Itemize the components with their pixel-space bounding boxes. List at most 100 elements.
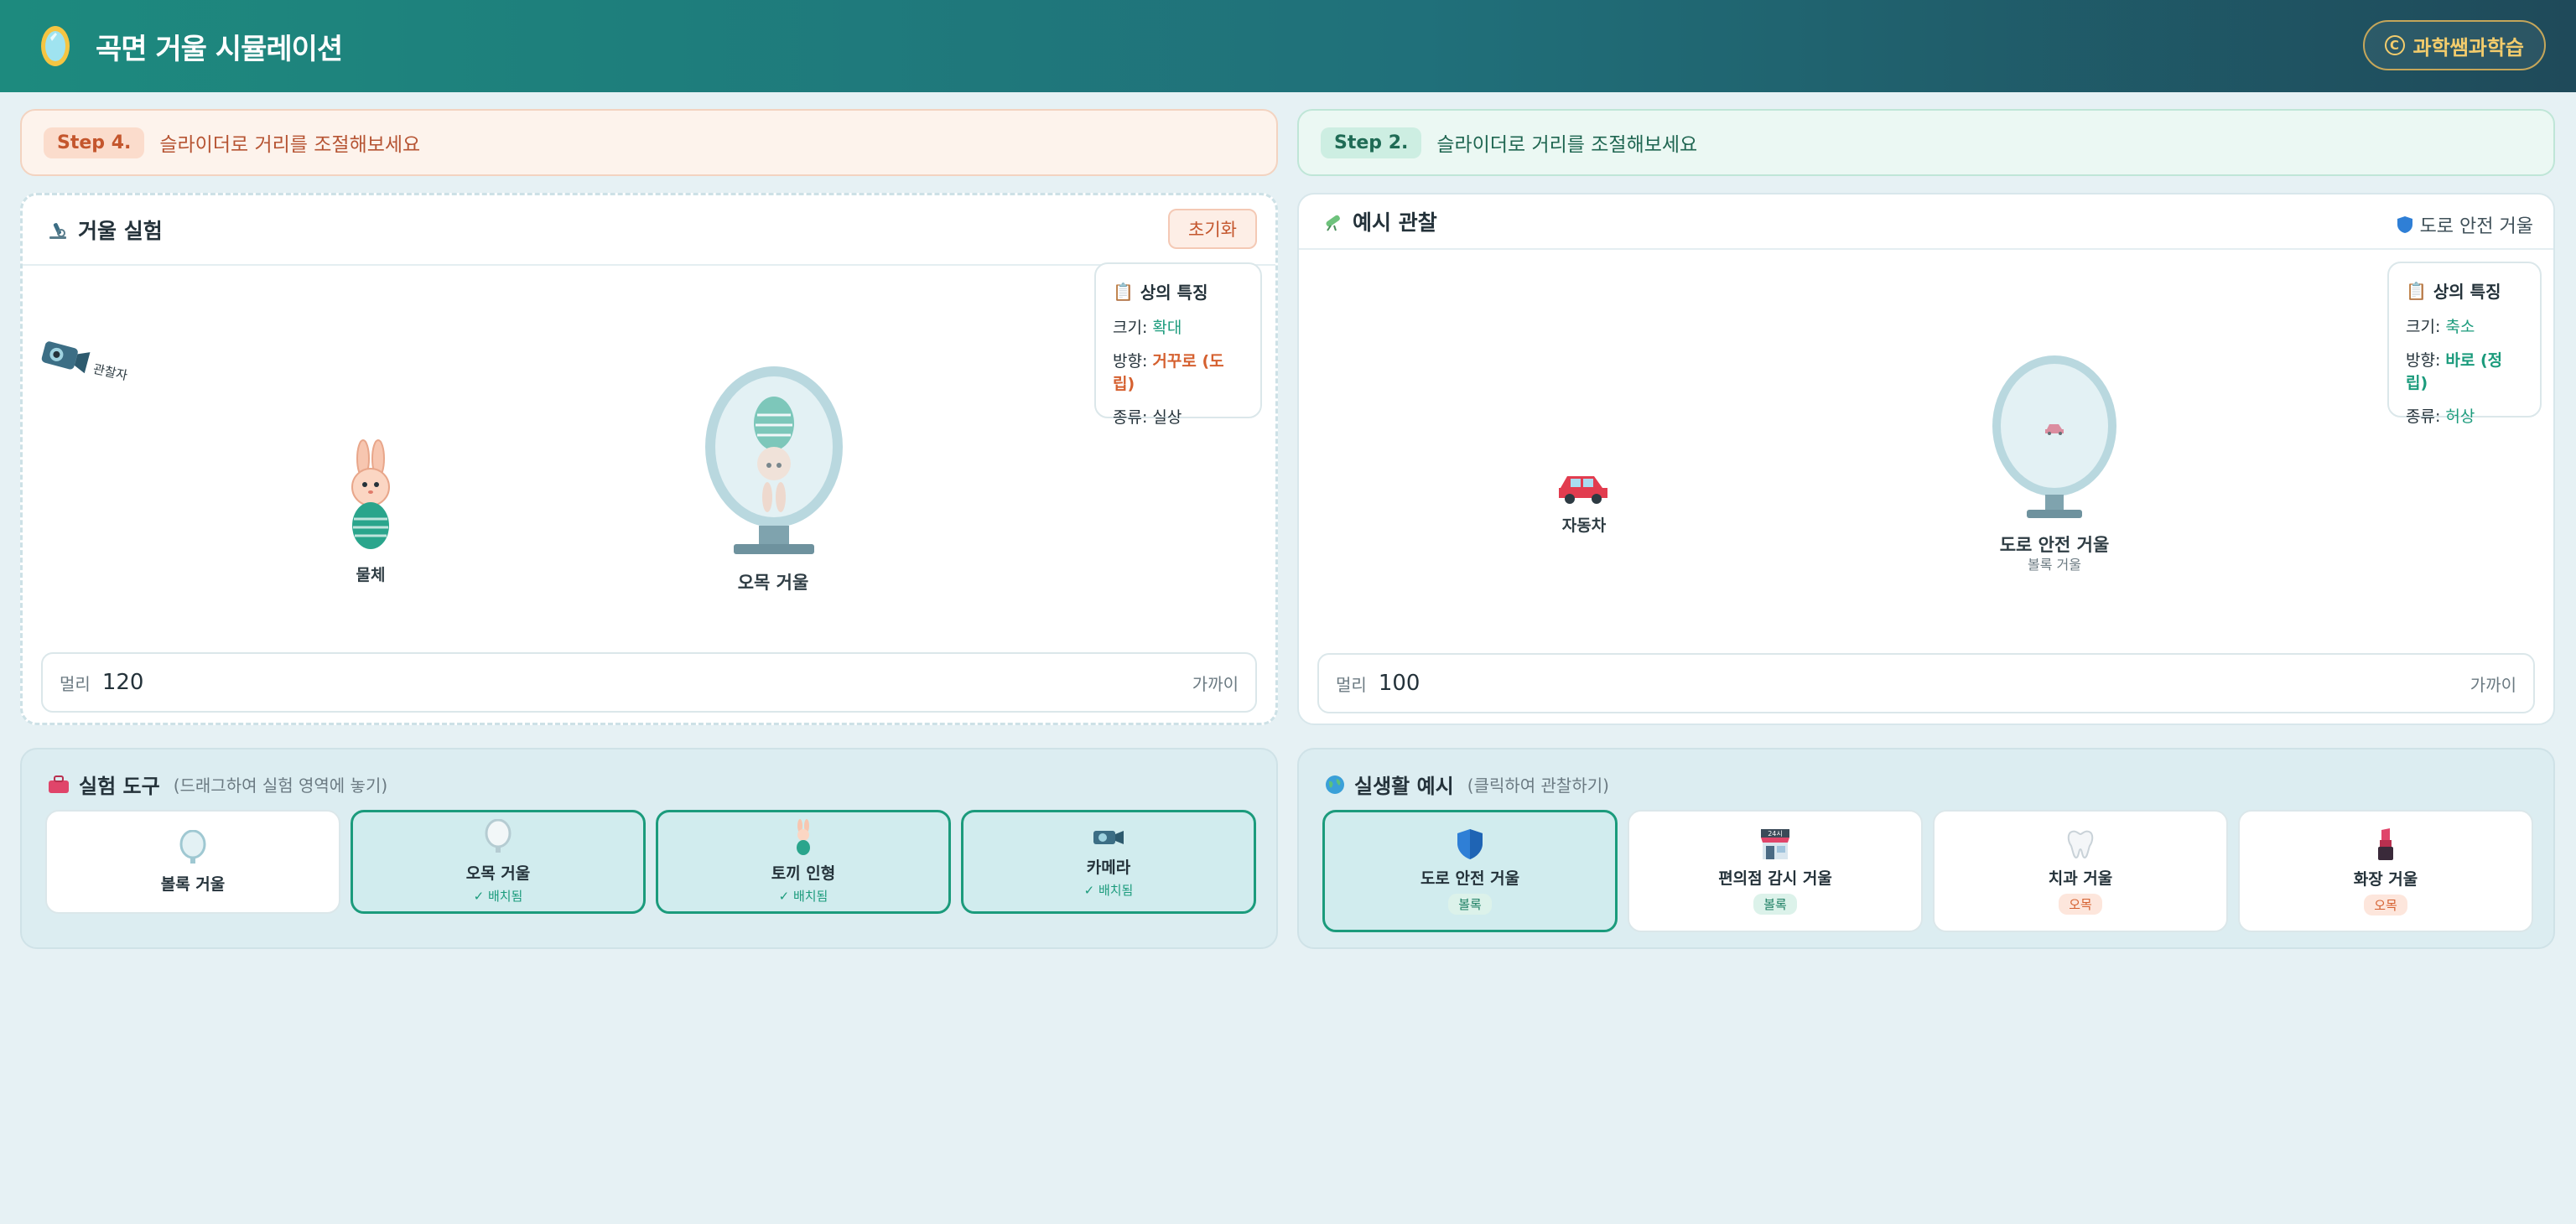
info-title: 상의 특징 xyxy=(1140,283,1208,303)
info-size: 크기: 축소 xyxy=(2406,318,2475,336)
rabbit-doll-icon xyxy=(797,819,810,855)
distance-far-label: 멀리 xyxy=(1336,674,1367,695)
observer-label: 관찰자 xyxy=(91,360,129,384)
rabbit-object-icon[interactable] xyxy=(341,438,400,556)
example-panel: 예시 관찰 도로 안전 거울 자동차 도로 안전 거울 볼록 거울 📋 상의 특… xyxy=(1297,193,2555,725)
telescope-icon xyxy=(1326,215,1340,231)
examples-hint: (클릭하여 관찰하기) xyxy=(1467,775,1609,796)
distance-far-label: 멀리 xyxy=(60,673,91,694)
mirror-type-badge: 오목 xyxy=(2364,895,2407,915)
image-info-box: 📋 상의 특징 크기: 확대 방향: 거꾸로 (도립) 종류: 실상 xyxy=(1094,262,1262,427)
example-label: 화장 거울 xyxy=(2353,870,2418,889)
info-size: 크기: 확대 xyxy=(1113,319,1182,337)
shield-icon xyxy=(1457,829,1483,859)
distance-near-label: 가까이 xyxy=(1192,673,1239,694)
info-type-value: 실상 xyxy=(1152,408,1182,427)
microscope-icon xyxy=(49,223,66,239)
info-type: 종류: 허상 xyxy=(2406,407,2475,426)
example-store-mirror[interactable]: 24시 편의점 감시 거울 볼록 xyxy=(1628,810,1923,932)
experiment-panel-header: 거울 실험 초기화 xyxy=(23,195,1275,266)
mirror-label: 오목 거울 xyxy=(737,573,809,593)
brand-button[interactable]: C 과학쌤과학습 xyxy=(2362,20,2546,70)
step-banner-example: Step 2. 슬라이더로 거리를 조절해보세요 xyxy=(1297,109,2555,176)
tools-hint: (드래그하여 실험 영역에 놓기) xyxy=(173,775,388,796)
info-type: 종류: 실상 xyxy=(1113,408,1182,427)
camera-icon xyxy=(1093,831,1124,844)
example-dental-mirror[interactable]: 치과 거울 오목 xyxy=(1933,810,2228,932)
info-direction: 방향: 거꾸로 (도립) xyxy=(1113,352,1224,393)
step-banner-experiment: Step 4. 슬라이더로 거리를 조절해보세요 xyxy=(20,109,1278,176)
reset-button[interactable]: 초기화 xyxy=(1168,209,1257,249)
experiment-panel: 거울 실험 초기화 관찰자 물체 오목 거울 📋 상의 특징 크기: 확대 방향… xyxy=(20,193,1278,725)
example-makeup-mirror[interactable]: 화장 거울 오목 xyxy=(2238,810,2533,932)
lipstick-icon xyxy=(2378,828,2393,860)
clipboard-icon: 📋 xyxy=(1113,281,1134,302)
example-panel-header: 예시 관찰 도로 안전 거울 xyxy=(1299,194,2553,250)
object-label: 물체 xyxy=(356,566,386,584)
tool-placed-status: ✓ 배치됨 xyxy=(1083,883,1134,898)
info-size-value: 축소 xyxy=(2445,318,2475,336)
image-info-box: 📋 상의 특징 크기: 축소 방향: 바로 (정립) 종류: 허상 xyxy=(2387,262,2542,426)
step-text: 슬라이더로 거리를 조절해보세요 xyxy=(159,134,421,156)
car-icon[interactable] xyxy=(1555,468,1611,505)
info-title: 상의 특징 xyxy=(2433,282,2501,302)
distance-value: 120 xyxy=(101,670,144,695)
road-mirror-sublabel: 볼록 거울 xyxy=(2028,557,2081,573)
tool-placed-status: ✓ 배치됨 xyxy=(473,889,523,904)
toolbox-icon xyxy=(49,775,69,793)
tool-rabbit-doll[interactable]: 토끼 인형 ✓ 배치됨 xyxy=(656,810,951,914)
tool-label: 오목 거울 xyxy=(465,864,531,883)
concave-mirror-icon[interactable] xyxy=(700,363,848,564)
shield-icon xyxy=(2397,216,2412,233)
tools-panel: 실험 도구 (드래그하여 실험 영역에 놓기) 볼록 거울 오목 거울 ✓ 배치… xyxy=(20,748,1278,949)
mirror-type-badge: 볼록 xyxy=(1448,894,1492,915)
examples-panel: 실생활 예시 (클릭하여 관찰하기) 도로 안전 거울 볼록 24시 편의점 감… xyxy=(1297,748,2555,949)
road-mirror-tag: 도로 안전 거울 xyxy=(2397,211,2533,238)
copyright-icon: C xyxy=(2384,35,2405,55)
globe-icon xyxy=(1326,775,1344,794)
tool-convex-mirror[interactable]: 볼록 거울 xyxy=(45,810,340,914)
clipboard-icon: 📋 xyxy=(2406,280,2427,301)
concave-mirror-icon xyxy=(485,819,512,853)
road-mirror-tag-label: 도로 안전 거울 xyxy=(2419,216,2533,237)
car-label: 자동차 xyxy=(1561,516,1607,535)
brand-label: 과학쌤과학습 xyxy=(2412,35,2524,60)
example-label: 치과 거울 xyxy=(2048,869,2113,888)
tool-camera[interactable]: 카메라 ✓ 배치됨 xyxy=(961,810,1256,914)
convex-mirror-icon xyxy=(179,829,206,864)
tool-concave-mirror[interactable]: 오목 거울 ✓ 배치됨 xyxy=(351,810,646,914)
store-icon: 24시 xyxy=(1761,829,1789,859)
tooth-icon xyxy=(2067,830,2094,859)
experiment-column: Step 4. 슬라이더로 거리를 조절해보세요 거울 실험 초기화 관찰자 물… xyxy=(20,109,1278,949)
mirror-type-badge: 오목 xyxy=(2059,894,2102,915)
info-direction: 방향: 바로 (정립) xyxy=(2406,351,2503,392)
examples-title: 실생활 예시 xyxy=(1354,775,1454,798)
step-badge: Step 2. xyxy=(1321,127,1422,158)
distance-near-label: 가까이 xyxy=(2470,674,2516,695)
info-type-value: 허상 xyxy=(2445,407,2475,426)
example-column: Step 2. 슬라이더로 거리를 조절해보세요 예시 관찰 도로 안전 거울 xyxy=(1297,109,2555,949)
app-header: 곡면 거울 시뮬레이션 C 과학쌤과학습 xyxy=(0,0,2576,92)
step-text: 슬라이더로 거리를 조절해보세요 xyxy=(1436,134,1698,156)
distance-value: 100 xyxy=(1378,671,1420,696)
example-label: 편의점 감시 거울 xyxy=(1718,869,1832,888)
example-label: 도로 안전 거울 xyxy=(1420,869,1520,888)
distance-slider[interactable]: 멀리 120 가까이 xyxy=(41,652,1257,713)
store-sign-text: 24시 xyxy=(1768,830,1783,838)
tool-label: 볼록 거울 xyxy=(160,874,226,894)
panel-title: 예시 관찰 xyxy=(1353,210,1437,235)
distance-slider[interactable]: 멀리 100 가까이 xyxy=(1317,653,2535,713)
tool-label: 카메라 xyxy=(1086,858,1131,877)
app-title: 곡면 거울 시뮬레이션 xyxy=(96,32,343,66)
road-safety-mirror-icon[interactable] xyxy=(1990,354,2119,526)
mirror-logo-icon xyxy=(41,26,70,66)
tool-placed-status: ✓ 배치됨 xyxy=(778,889,828,904)
step-badge: Step 4. xyxy=(44,127,145,158)
panel-title: 거울 실험 xyxy=(78,219,163,243)
mirror-type-badge: 볼록 xyxy=(1753,894,1797,915)
example-road-mirror[interactable]: 도로 안전 거울 볼록 xyxy=(1322,810,1618,932)
tools-title: 실험 도구 xyxy=(79,775,160,798)
tool-label: 토끼 인형 xyxy=(771,864,836,883)
observer-camera-icon[interactable] xyxy=(39,338,93,376)
info-size-value: 확대 xyxy=(1152,319,1182,337)
